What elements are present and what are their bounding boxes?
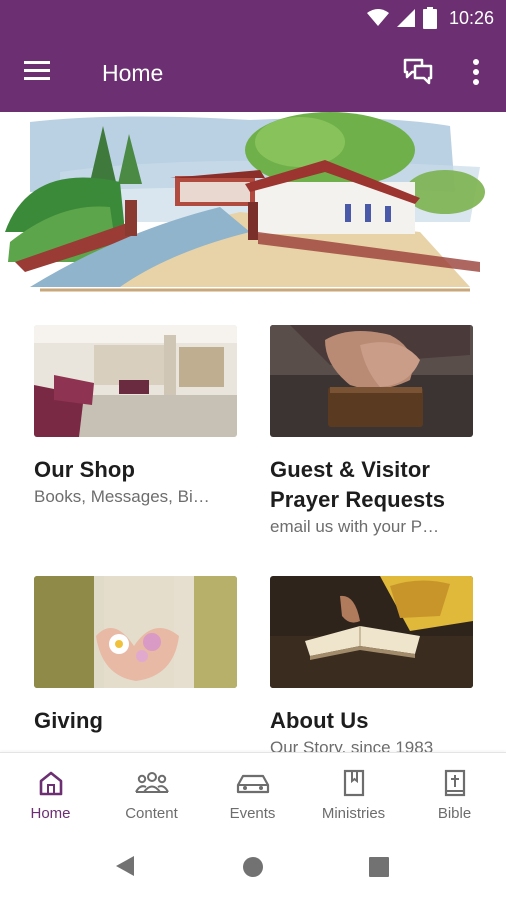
page-title: Home xyxy=(102,60,164,86)
nav-label: Home xyxy=(30,805,71,822)
more-button[interactable] xyxy=(466,56,486,90)
nav-item-ministries[interactable]: Ministries xyxy=(303,753,404,831)
people-icon xyxy=(134,772,169,793)
recents-icon xyxy=(369,857,389,877)
more-vert-icon xyxy=(473,59,479,85)
card-giving[interactable]: Giving xyxy=(34,576,238,736)
nav-item-events[interactable]: Events xyxy=(202,753,303,831)
nav-label: Bible xyxy=(437,805,472,822)
app-bar: Home xyxy=(0,36,506,112)
church-illustration xyxy=(0,112,506,294)
nav-label: Content xyxy=(125,805,178,822)
card-title: Guest & Visitor Prayer Requests xyxy=(270,457,446,512)
chat-button[interactable] xyxy=(402,56,436,90)
back-icon xyxy=(116,856,134,876)
menu-button[interactable] xyxy=(22,58,56,90)
menu-icon xyxy=(24,61,50,80)
shop-lobby-photo xyxy=(34,325,237,437)
hands-flowers-photo xyxy=(34,576,237,688)
system-home-button[interactable] xyxy=(243,857,263,882)
bottom-navigation: Home Content Events Ministries Bible xyxy=(0,752,506,830)
wifi-icon xyxy=(366,9,389,26)
car-icon xyxy=(236,774,269,794)
banner-image xyxy=(0,112,506,294)
book-icon xyxy=(343,769,364,797)
nav-item-home[interactable]: Home xyxy=(0,753,101,831)
card-title: About Us xyxy=(270,708,369,733)
chat-icon xyxy=(403,58,433,85)
card-subtitle: Books, Messages, Bi… xyxy=(34,487,210,506)
battery-icon xyxy=(422,7,437,29)
nav-item-content[interactable]: Content xyxy=(101,753,202,831)
nav-label: Events xyxy=(229,805,276,822)
card-title: Our Shop xyxy=(34,457,136,482)
back-button[interactable] xyxy=(114,855,136,882)
nav-item-bible[interactable]: Bible xyxy=(404,753,505,831)
cell-signal-icon xyxy=(396,9,415,27)
card-title: Giving xyxy=(34,708,104,733)
open-bible-photo xyxy=(270,576,473,688)
bible-icon xyxy=(444,769,465,797)
status-time: 10:26 xyxy=(448,7,494,28)
home-icon xyxy=(39,771,62,796)
card-subtitle: email us with your P… xyxy=(270,517,440,536)
nav-label: Ministries xyxy=(321,805,386,822)
system-navigation-bar xyxy=(0,830,506,900)
status-bar: 10:26 xyxy=(0,0,506,36)
praying-hands-photo xyxy=(270,325,473,437)
recents-button[interactable] xyxy=(369,857,389,882)
home-circle-icon xyxy=(243,857,263,877)
card-about-us[interactable]: About Us Our Story, since 1983 xyxy=(270,576,474,760)
card-our-shop[interactable]: Our Shop Books, Messages, Bi… xyxy=(34,325,238,509)
card-prayer-requests[interactable]: Guest & Visitor Prayer Requests email us… xyxy=(270,325,474,539)
